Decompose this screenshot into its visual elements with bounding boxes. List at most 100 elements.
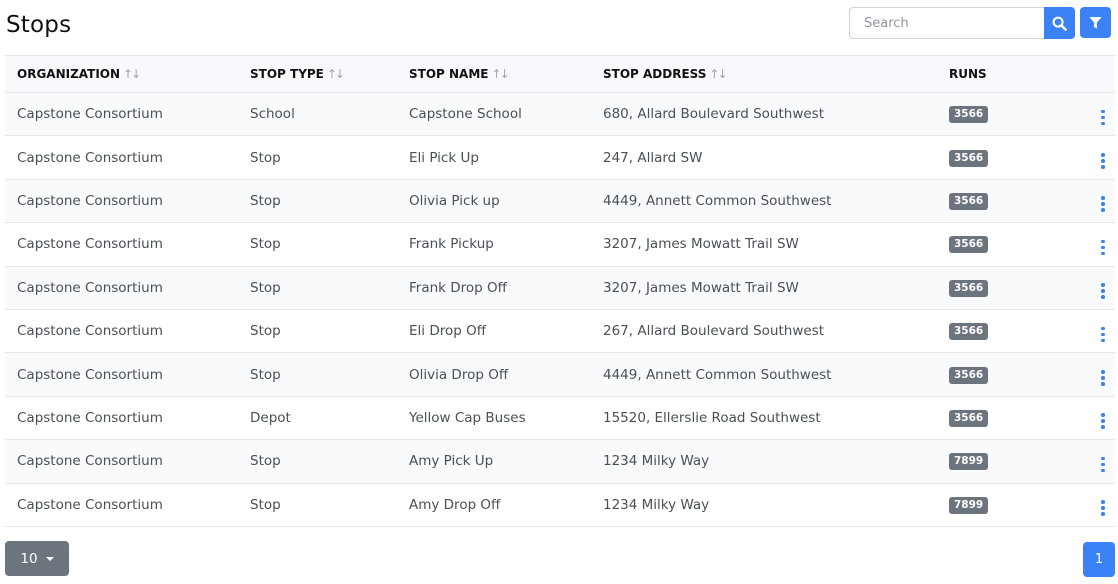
kebab-dot xyxy=(1101,500,1105,504)
kebab-dot xyxy=(1101,382,1105,386)
cell-actions xyxy=(1047,483,1115,526)
cell-stop-type: Stop xyxy=(250,453,281,470)
cell-organization: Capstone Consortium xyxy=(17,453,163,470)
runs-badge: 3566 xyxy=(949,149,989,167)
column-header-stop-address[interactable]: STOP ADDRESS ↑↓ xyxy=(591,55,937,93)
cell-stop-name: Frank Pickup xyxy=(409,236,494,253)
cell-stop-type: School xyxy=(250,106,295,123)
table-row[interactable]: Capstone Consortium Stop Eli Pick Up 247, A… xyxy=(5,135,1115,180)
filter-icon xyxy=(1089,16,1102,29)
runs-badge: 3566 xyxy=(949,409,989,427)
kebab-menu-icon[interactable] xyxy=(1095,238,1111,258)
page-button-1[interactable]: 1 xyxy=(1083,542,1115,577)
kebab-dot xyxy=(1101,326,1105,331)
cell-stop-name: Frank Drop Off xyxy=(409,279,507,296)
cell-actions xyxy=(1047,309,1115,352)
cell-stop-type: Stop xyxy=(250,496,281,513)
table-row[interactable]: Capstone Consortium Stop Olivia Pick up 444… xyxy=(5,179,1115,223)
kebab-dot xyxy=(1101,289,1105,293)
table-row[interactable]: Capstone Consortium Depot Yellow Cap Buses… xyxy=(5,396,1115,440)
kebab-dot xyxy=(1101,121,1105,126)
search-group xyxy=(849,7,1075,39)
search-input[interactable] xyxy=(849,7,1044,39)
kebab-dot xyxy=(1101,283,1105,287)
table-row[interactable]: Capstone Consortium Stop Frank Pickup 3207,… xyxy=(5,222,1115,267)
kebab-menu-icon[interactable] xyxy=(1095,455,1111,475)
kebab-dot xyxy=(1101,370,1105,374)
kebab-dot xyxy=(1101,425,1105,429)
runs-badge: 3566 xyxy=(949,106,989,124)
cell-stop-type: Stop xyxy=(250,366,281,383)
sort-icon[interactable]: ↑↓ xyxy=(491,67,509,81)
cell-actions xyxy=(1047,440,1115,483)
kebab-menu-icon[interactable] xyxy=(1095,411,1111,431)
cell-stop-address: 247, Allard SW xyxy=(603,149,703,166)
table-row[interactable]: Capstone Consortium Stop Amy Pick Up 1234 M… xyxy=(5,439,1115,484)
cell-actions xyxy=(1047,353,1115,396)
cell-stop-address: 4449, Annett Common Southwest xyxy=(603,366,832,383)
table-row[interactable]: Capstone Consortium Stop Olivia Drop Off 44… xyxy=(5,352,1115,397)
kebab-dot xyxy=(1101,456,1105,461)
kebab-menu-icon[interactable] xyxy=(1095,151,1111,171)
column-header-organization[interactable]: ORGANIZATION ↑↓ xyxy=(5,55,238,93)
cell-organization: Capstone Consortium xyxy=(17,366,163,383)
kebab-menu-icon[interactable] xyxy=(1095,325,1111,345)
runs-badge: 3566 xyxy=(949,366,989,384)
table-row[interactable]: Capstone Consortium Stop Eli Drop Off 267, … xyxy=(5,309,1115,353)
cell-stop-address: 680, Allard Boulevard Southwest xyxy=(603,106,825,123)
cell-organization: Capstone Consortium xyxy=(17,236,163,253)
column-header-label: STOP NAME xyxy=(409,67,489,81)
stops-table: ORGANIZATION ↑↓ STOP TYPE ↑↓ STOP NAME ↑↓ S… xyxy=(5,55,1115,527)
kebab-dot xyxy=(1101,202,1105,206)
column-header-runs: RUNS xyxy=(937,55,1047,93)
column-header-actions xyxy=(1047,55,1115,93)
kebab-menu-icon[interactable] xyxy=(1095,368,1111,388)
cell-stop-name: Olivia Drop Off xyxy=(409,366,509,383)
runs-badge: 3566 xyxy=(949,323,989,341)
runs-badge: 3566 xyxy=(949,236,989,254)
table-row[interactable]: Capstone Consortium School Capstone School… xyxy=(5,92,1115,136)
kebab-dot xyxy=(1101,413,1105,417)
table-row[interactable]: Capstone Consortium Stop Frank Drop Off 320… xyxy=(5,266,1115,310)
cell-stop-address: 267, Allard Boulevard Southwest xyxy=(603,323,825,340)
cell-stop-address: 4449, Annett Common Southwest xyxy=(603,192,832,209)
kebab-dot xyxy=(1101,338,1105,343)
cell-actions xyxy=(1047,266,1115,309)
sort-icon[interactable]: ↑↓ xyxy=(327,67,345,81)
caret-down-icon xyxy=(45,556,54,561)
kebab-dot xyxy=(1101,208,1105,212)
runs-badge: 3566 xyxy=(949,279,989,297)
runs-badge: 7899 xyxy=(949,496,989,514)
table-row[interactable]: Capstone Consortium Stop Amy Drop Off 1234 … xyxy=(5,483,1115,527)
column-header-stop-type[interactable]: STOP TYPE ↑↓ xyxy=(238,55,397,93)
sort-icon[interactable]: ↑↓ xyxy=(123,67,141,81)
column-header-label: ORGANIZATION xyxy=(17,67,121,81)
page-size-dropdown[interactable]: 10 xyxy=(5,541,69,576)
search-button[interactable] xyxy=(1044,7,1075,39)
cell-stop-name: Amy Drop Off xyxy=(409,496,501,513)
column-header-stop-name[interactable]: STOP NAME ↑↓ xyxy=(397,55,591,93)
kebab-dot xyxy=(1101,506,1105,510)
cell-stop-type: Depot xyxy=(250,409,291,426)
kebab-dot xyxy=(1101,512,1105,516)
kebab-dot xyxy=(1101,462,1105,467)
cell-stop-address: 15520, Ellerslie Road Southwest xyxy=(603,409,821,426)
kebab-menu-icon[interactable] xyxy=(1095,108,1111,128)
cell-organization: Capstone Consortium xyxy=(17,323,163,340)
kebab-menu-icon[interactable] xyxy=(1095,498,1111,518)
kebab-menu-icon[interactable] xyxy=(1095,281,1111,301)
kebab-dot xyxy=(1101,159,1105,163)
filter-button[interactable] xyxy=(1080,7,1111,38)
kebab-dot xyxy=(1101,419,1105,423)
cell-actions xyxy=(1047,179,1115,222)
cell-runs: 3566 xyxy=(937,309,1047,352)
kebab-dot xyxy=(1101,468,1105,473)
cell-actions xyxy=(1047,223,1115,266)
sort-icon[interactable]: ↑↓ xyxy=(709,67,727,81)
cell-stop-name: Eli Drop Off xyxy=(409,323,487,340)
cell-stop-address: 3207, James Mowatt Trail SW xyxy=(603,236,799,253)
runs-badge: 7899 xyxy=(949,453,989,471)
kebab-dot xyxy=(1101,295,1105,299)
kebab-menu-icon[interactable] xyxy=(1095,194,1111,214)
cell-stop-address: 3207, James Mowatt Trail SW xyxy=(603,279,799,296)
